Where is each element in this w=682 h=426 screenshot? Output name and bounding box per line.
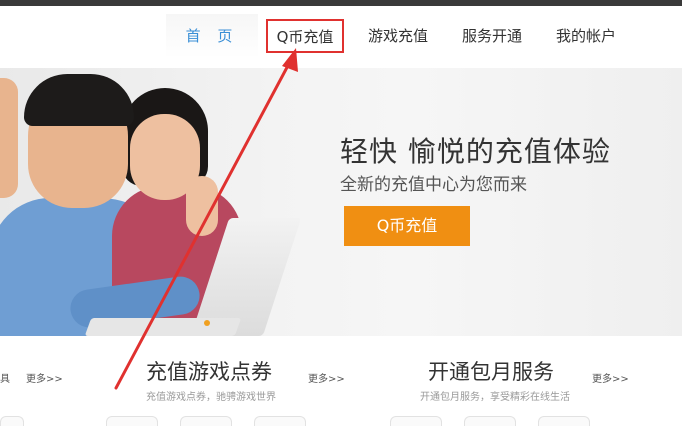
game-section-subtitle: 充值游戏点券，驰骋游戏世界: [146, 392, 276, 403]
banner-headline: 轻快 愉悦的充值体验: [340, 135, 611, 168]
nav-qb-recharge[interactable]: Q币充值: [266, 19, 344, 53]
nav-service-open[interactable]: 服务开通: [454, 14, 530, 58]
game-section-title: 充值游戏点券: [146, 360, 272, 384]
qb-recharge-button[interactable]: Q币充值: [344, 206, 470, 246]
left-app-tile[interactable]: [0, 416, 24, 426]
family-laptop-photo: [0, 68, 302, 336]
service-tile[interactable]: [464, 416, 516, 426]
monthly-service-section: 开通包月服务 开通包月服务，享受精彩在线生活 更多>>: [356, 336, 682, 426]
game-tile[interactable]: [254, 416, 306, 426]
monthly-section-subtitle: 开通包月服务，享受精彩在线生活: [420, 392, 570, 403]
monthly-section-title: 开通包月服务: [428, 360, 554, 384]
game-points-section: 更多>> 充值游戏点券 充值游戏点券，驰骋游戏世界 更多>>: [26, 336, 352, 426]
service-tile[interactable]: [390, 416, 442, 426]
left-section-label: 具: [0, 374, 10, 385]
left-more-link[interactable]: 更多>>: [26, 370, 63, 385]
game-more-link[interactable]: 更多>>: [308, 370, 345, 385]
nav-game-recharge[interactable]: 游戏充值: [360, 14, 436, 58]
nav-my-account[interactable]: 我的帐户: [548, 14, 624, 58]
game-tile[interactable]: [106, 416, 158, 426]
banner-subline: 全新的充值中心为您而来: [340, 175, 527, 195]
monthly-more-link[interactable]: 更多>>: [592, 370, 629, 385]
game-tile[interactable]: [180, 416, 232, 426]
nav-home[interactable]: 首 页: [166, 14, 258, 58]
hero-banner: 轻快 愉悦的充值体验 全新的充值中心为您而来 Q币充值: [0, 68, 682, 336]
main-nav: 首 页 Q币充值 游戏充值 服务开通 我的帐户: [0, 6, 682, 68]
service-tile[interactable]: [538, 416, 590, 426]
